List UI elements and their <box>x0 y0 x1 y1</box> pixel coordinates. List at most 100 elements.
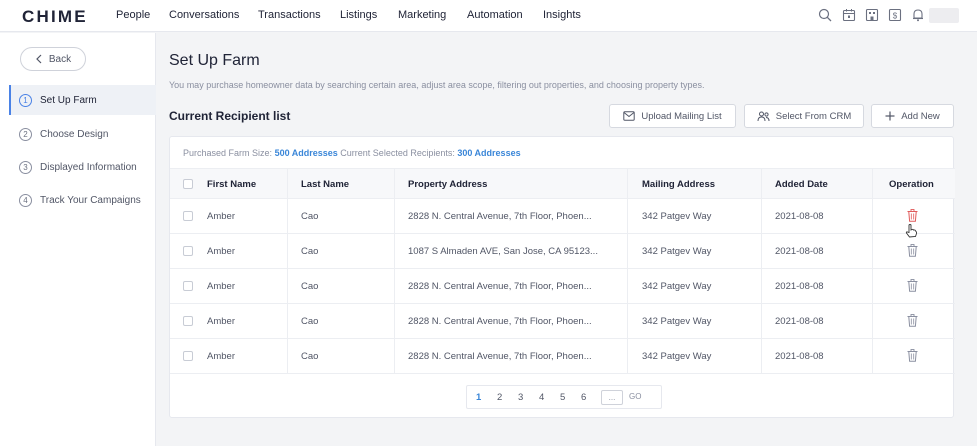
step-number: 1 <box>19 93 32 107</box>
cell-property-address: 2828 N. Central Avenue, 7th Floor, Phoen… <box>408 211 592 222</box>
nav-conversations[interactable]: Conversations <box>169 9 239 21</box>
cell-last-name: Cao <box>301 351 319 362</box>
cell-last-name: Cao <box>301 246 319 257</box>
trash-icon[interactable] <box>907 209 918 222</box>
nav-transactions[interactable]: Transactions <box>258 9 321 21</box>
cell-property-address: 1087 S Almaden AVE, San Jose, CA 95123..… <box>408 246 598 257</box>
page-5[interactable]: 5 <box>560 392 565 403</box>
select-from-crm-button[interactable]: Select From CRM <box>744 104 864 128</box>
column-divider <box>761 168 762 374</box>
dollar-icon[interactable]: $ <box>888 8 902 22</box>
plus-icon <box>885 111 895 121</box>
upload-mailing-list-button[interactable]: Upload Mailing List <box>609 104 736 128</box>
chevron-left-icon <box>36 54 42 64</box>
header-property-address[interactable]: Property Address <box>408 179 487 190</box>
step-displayed-information[interactable]: 3 Displayed Information <box>9 152 156 182</box>
cell-property-address: 2828 N. Central Avenue, 7th Floor, Phoen… <box>408 316 592 327</box>
cell-added-date: 2021-08-08 <box>775 281 824 292</box>
trash-icon[interactable] <box>907 314 918 327</box>
active-step-indicator <box>9 85 11 115</box>
page-jump-input[interactable]: ... <box>601 390 623 405</box>
header-mailing-address[interactable]: Mailing Address <box>642 179 715 190</box>
step-choose-design[interactable]: 2 Choose Design <box>9 119 156 149</box>
add-new-button[interactable]: Add New <box>871 104 954 128</box>
step-track-campaigns[interactable]: 4 Track Your Campaigns <box>9 185 156 215</box>
select-crm-label: Select From CRM <box>775 110 852 122</box>
cell-property-address: 2828 N. Central Avenue, 7th Floor, Phoen… <box>408 351 592 362</box>
column-divider <box>394 168 395 374</box>
step-label: Set Up Farm <box>40 94 97 106</box>
cell-property-address: 2828 N. Central Avenue, 7th Floor, Phoen… <box>408 281 592 292</box>
back-button[interactable]: Back <box>20 47 86 71</box>
envelope-icon <box>623 111 636 121</box>
page-4[interactable]: 4 <box>539 392 544 403</box>
cell-last-name: Cao <box>301 281 319 292</box>
avatar[interactable] <box>929 8 959 23</box>
cell-first-name: Amber <box>207 211 235 222</box>
cell-first-name: Amber <box>207 316 235 327</box>
cell-first-name: Amber <box>207 246 235 257</box>
cell-added-date: 2021-08-08 <box>775 246 824 257</box>
cell-mailing-address: 342 Patgev Way <box>642 246 712 257</box>
pagination: 1 2 3 4 5 6 ... GO <box>466 385 662 409</box>
column-divider <box>627 168 628 374</box>
trash-icon[interactable] <box>907 244 918 257</box>
step-label: Choose Design <box>40 128 109 140</box>
back-label: Back <box>48 53 72 65</box>
svg-text:$: $ <box>893 12 898 21</box>
nav-insights[interactable]: Insights <box>543 9 581 21</box>
nav-listings[interactable]: Listings <box>340 9 377 21</box>
cell-mailing-address: 342 Patgev Way <box>642 211 712 222</box>
building-icon[interactable] <box>865 8 879 22</box>
step-set-up-farm[interactable]: 1 Set Up Farm <box>9 85 156 115</box>
select-all-checkbox[interactable] <box>183 179 193 189</box>
cell-added-date: 2021-08-08 <box>775 351 824 362</box>
cell-mailing-address: 342 Patgev Way <box>642 351 712 362</box>
farm-summary: Purchased Farm Size: 500 Addresses Curre… <box>183 148 521 158</box>
cell-first-name: Amber <box>207 281 235 292</box>
row-checkbox[interactable] <box>183 351 193 361</box>
steps-sidebar: Back 1 Set Up Farm 2 Choose Design 3 Dis… <box>0 33 156 446</box>
page-6[interactable]: 6 <box>581 392 586 403</box>
column-divider <box>287 168 288 374</box>
step-label: Displayed Information <box>40 161 137 173</box>
search-icon[interactable] <box>818 8 832 22</box>
row-checkbox[interactable] <box>183 211 193 221</box>
header-first-name[interactable]: First Name <box>207 179 256 190</box>
purchased-value: 500 Addresses <box>274 148 338 158</box>
page-2[interactable]: 2 <box>497 392 502 403</box>
page-1[interactable]: 1 <box>476 392 481 403</box>
row-checkbox[interactable] <box>183 246 193 256</box>
trash-icon[interactable] <box>907 349 918 362</box>
nav-people[interactable]: People <box>116 9 150 21</box>
go-button[interactable]: GO <box>629 392 641 401</box>
step-label: Track Your Campaigns <box>40 194 141 206</box>
cell-mailing-address: 342 Patgev Way <box>642 316 712 327</box>
step-number: 4 <box>19 193 32 207</box>
cell-mailing-address: 342 Patgev Way <box>642 281 712 292</box>
selected-value: 300 Addresses <box>457 148 521 158</box>
cell-added-date: 2021-08-08 <box>775 211 824 222</box>
nav-marketing[interactable]: Marketing <box>398 9 446 21</box>
page-subtitle: You may purchase homeowner data by searc… <box>169 80 705 90</box>
hand-cursor-icon <box>905 224 917 238</box>
step-number: 3 <box>19 160 32 174</box>
header-operation: Operation <box>889 179 934 190</box>
recipient-list-card: Purchased Farm Size: 500 Addresses Curre… <box>169 136 955 418</box>
top-navbar: CHIME People Conversations Transactions … <box>0 0 977 32</box>
page-3[interactable]: 3 <box>518 392 523 403</box>
trash-icon[interactable] <box>907 279 918 292</box>
upload-label: Upload Mailing List <box>641 110 722 122</box>
nav-automation[interactable]: Automation <box>467 9 523 21</box>
row-checkbox[interactable] <box>183 316 193 326</box>
chime-logo[interactable]: CHIME <box>22 7 88 27</box>
bell-icon[interactable] <box>911 8 925 22</box>
header-added-date[interactable]: Added Date <box>775 179 828 190</box>
section-title: Current Recipient list <box>169 109 291 123</box>
cell-first-name: Amber <box>207 351 235 362</box>
purchased-label: Purchased Farm Size: <box>183 148 273 158</box>
header-last-name[interactable]: Last Name <box>301 179 349 190</box>
calendar-icon[interactable] <box>842 8 856 22</box>
row-checkbox[interactable] <box>183 281 193 291</box>
step-number: 2 <box>19 127 32 141</box>
